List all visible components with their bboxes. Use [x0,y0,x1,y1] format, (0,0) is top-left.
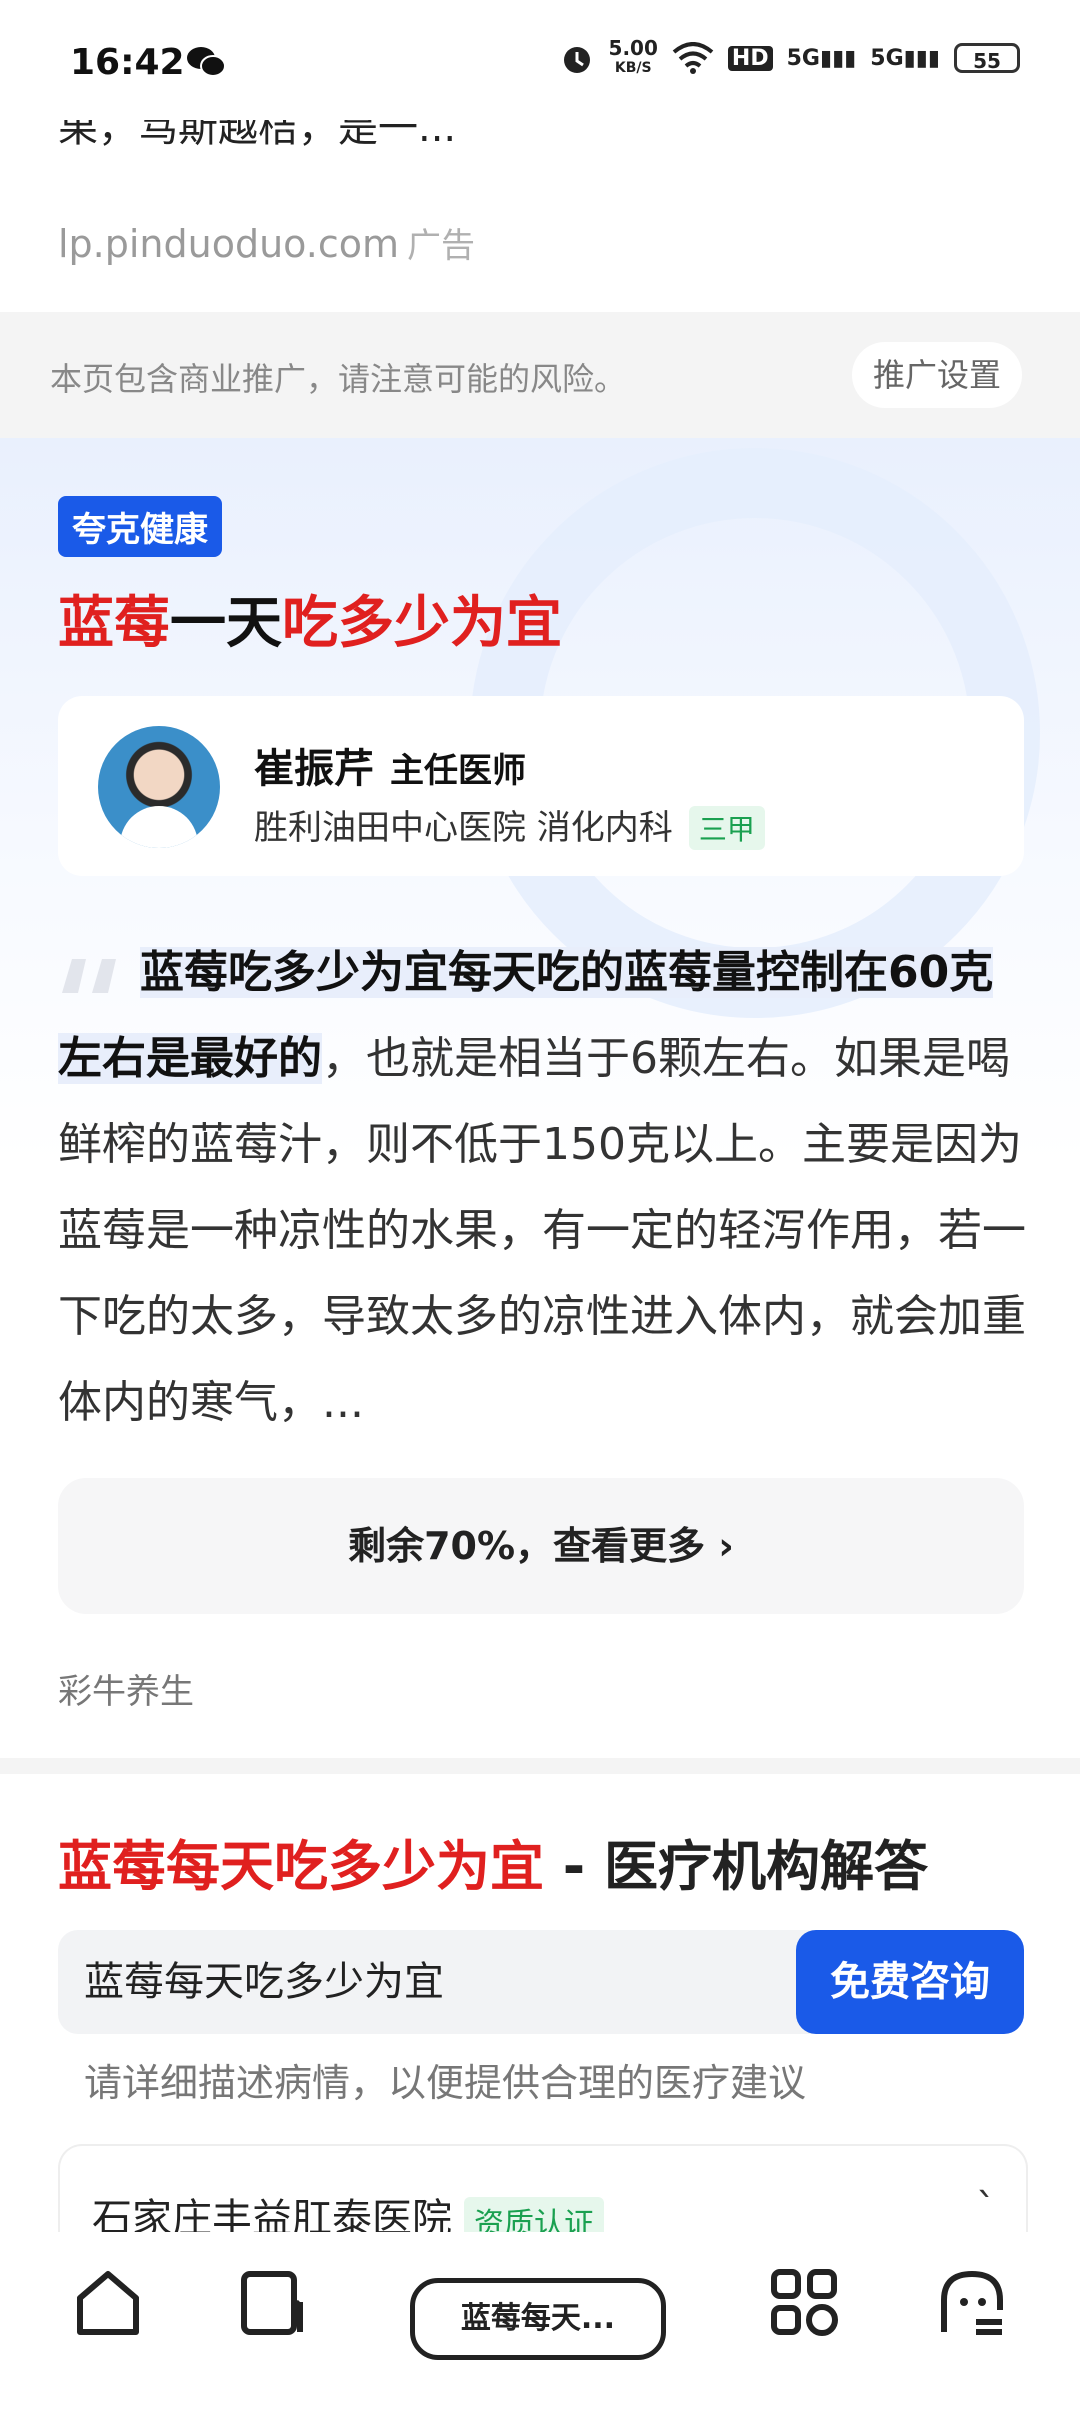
alarm-icon [563,47,590,73]
section-divider [0,1758,1080,1774]
promotion-settings-button[interactable]: 推广设置 [852,342,1022,408]
wechat-icon [187,47,226,77]
commercial-notice: 本页包含商业推广，请注意可能的风险。 推广设置 [0,312,1080,438]
hospital-level-badge: 三甲 [688,806,765,850]
consult-box: 蓝莓每天吃多少为宜 免费咨询 [58,1930,1024,2034]
doctor-card[interactable]: 崔振芹 主任医师 胜利油田中心医院 消化内科 三甲 [58,696,1024,876]
ad-source-domain: lp.pinduoduo.com [58,222,399,266]
network-speed: 5.00 KB/S [608,36,658,76]
answer-body: ，也就是相当于6颗左右。如果是喝鲜榨的蓝莓汁，则不低于150克以上。主要是因为蓝… [58,1033,1026,1428]
doctor-name: 崔振芹 主任医师 [254,746,526,792]
ad-tag: 广告 [407,226,475,266]
tabs-icon[interactable] [234,2262,314,2342]
quark-health-badge: 夸克健康 [58,496,222,557]
answer-excerpt[interactable]: 蓝莓吃多少为宜每天吃的蓝莓量控制在60克左右是最好的，也就是相当于6颗左右。如果… [58,930,1028,1446]
apps-grid-icon[interactable] [764,2262,844,2342]
signal-5g-1: 5G▮▮▮ [786,45,857,71]
status-bar: 16:42 5.00 KB/S HD 5G▮▮▮ 5G▮▮▮ 55 [0,0,1080,120]
medical-section-title[interactable]: 蓝莓每天吃多少为宜 - 医疗机构解答 [58,1822,928,1901]
battery-indicator: 55 [954,43,1020,73]
quote-mark-icon [62,959,116,993]
doctor-title: 主任医师 [390,751,526,791]
notice-text: 本页包含商业推广，请注意可能的风险。 [50,360,627,398]
status-time: 16:42 [70,42,185,83]
article-source: 彩牛养生 [58,1672,194,1712]
home-icon[interactable] [68,2262,148,2342]
consult-input[interactable]: 蓝莓每天吃多少为宜 [84,1930,444,2034]
doctor-hospital: 胜利油田中心医院 消化内科 三甲 [254,800,765,850]
profile-icon[interactable] [932,2262,1012,2342]
hd-indicator: HD [727,45,773,71]
signal-5g-2: 5G▮▮▮ [870,45,940,71]
consult-hint: 请详细描述病情，以便提供合理的医疗建议 [84,2061,807,2105]
doctor-avatar [98,726,220,848]
ad-source[interactable]: lp.pinduoduo.com 广告 [58,218,475,267]
current-search-tab[interactable]: 蓝莓每天... [410,2278,666,2360]
view-more-button[interactable]: 剩余70%，查看更多 › [58,1478,1024,1614]
bottom-navigation: 蓝莓每天... [0,2232,1080,2414]
chevron-icon: ˋ [976,2186,996,2232]
status-icons: 5.00 KB/S HD 5G▮▮▮ 5G▮▮▮ 55 [559,38,1020,78]
free-consult-button[interactable]: 免费咨询 [796,1930,1024,2034]
wifi-icon [672,42,714,74]
health-card-title[interactable]: 蓝莓一天吃多少为宜 [58,578,562,659]
health-card: 夸克健康 蓝莓一天吃多少为宜 崔振芹 主任医师 胜利油田中心医院 消化内科 三甲 蓝… [0,438,1080,1758]
